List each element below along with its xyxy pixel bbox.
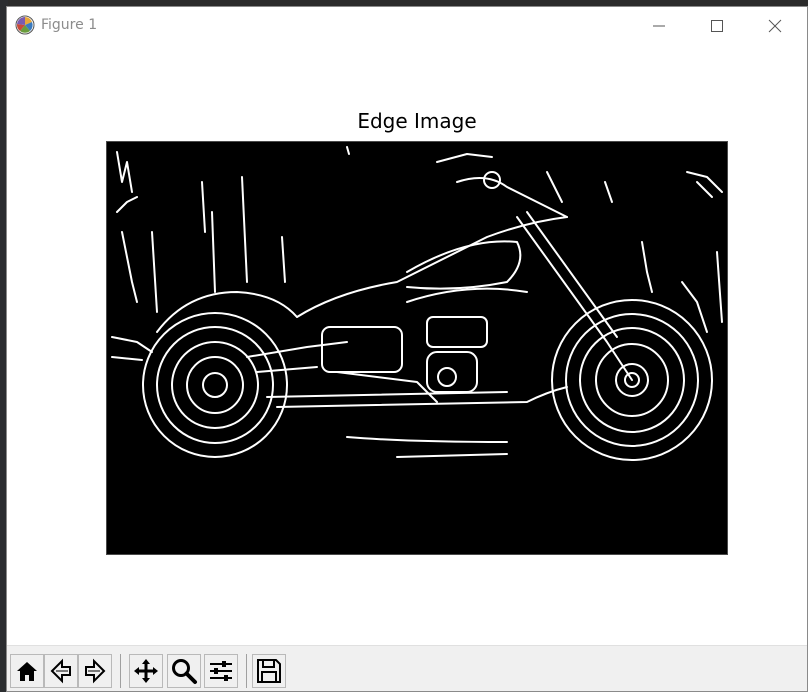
maximize-icon [711, 20, 723, 32]
window-title: Figure 1 [41, 17, 98, 33]
forward-button[interactable] [78, 654, 112, 688]
navigation-toolbar [7, 645, 807, 691]
pan-move-icon [134, 659, 158, 683]
back-button[interactable] [44, 654, 78, 688]
forward-arrow-icon [85, 658, 106, 684]
configure-subplots-icon [210, 661, 232, 681]
back-arrow-icon [50, 658, 71, 684]
matplotlib-logo-icon [15, 15, 35, 35]
close-button[interactable] [746, 7, 804, 45]
edge-image-axes[interactable] [106, 141, 728, 555]
figure-title: Edge Image [357, 109, 477, 133]
maximize-button[interactable] [688, 7, 746, 45]
zoom-button[interactable] [167, 654, 201, 688]
close-icon [768, 19, 782, 33]
figure-window: Figure 1 Edge Image [6, 6, 808, 692]
toolbar-separator [120, 654, 121, 688]
title-bar[interactable]: Figure 1 [7, 7, 807, 45]
subplots-button[interactable] [204, 654, 238, 688]
zoom-magnifier-icon [172, 659, 197, 684]
minimize-button[interactable] [630, 7, 688, 45]
minimize-icon [653, 25, 665, 27]
home-button[interactable] [10, 654, 44, 688]
toolbar-separator [246, 654, 247, 688]
edge-motorcycle-icon [111, 146, 723, 461]
pan-button[interactable] [129, 654, 163, 688]
save-floppy-icon [257, 659, 281, 683]
home-icon [17, 662, 37, 681]
save-button[interactable] [252, 654, 286, 688]
